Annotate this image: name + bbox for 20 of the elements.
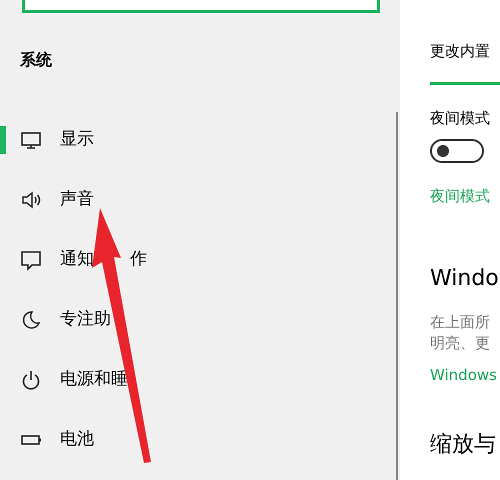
sidebar-item[interactable]: 电源和睡 [60, 367, 128, 393]
sidebar-item[interactable]: 作 [130, 247, 147, 273]
setting-label: 更改内置 [430, 41, 491, 62]
moon-icon [20, 309, 42, 331]
section-title: 系统 [20, 50, 52, 70]
power-icon [20, 369, 42, 391]
setting-label: 夜间模式 [430, 108, 491, 128]
section-heading: Windo [430, 264, 499, 292]
section-heading: 缩放与 [430, 431, 496, 459]
sidebar-item[interactable]: 专注助 [60, 307, 111, 333]
sidebar-item[interactable]: 电池 [60, 427, 94, 453]
sidebar-item[interactable]: 显示 [60, 127, 94, 153]
section-description: 在上面所 明亮、更 [430, 312, 491, 354]
monitor-icon [20, 129, 42, 151]
toggle-switch[interactable] [430, 139, 484, 163]
speaker-icon [20, 189, 42, 211]
sidebar-item[interactable]: 通知 [60, 247, 94, 273]
sidebar-item[interactable]: 声音 [60, 187, 94, 213]
slider-fill[interactable] [430, 82, 500, 84]
speech-bubble-icon [20, 249, 42, 271]
